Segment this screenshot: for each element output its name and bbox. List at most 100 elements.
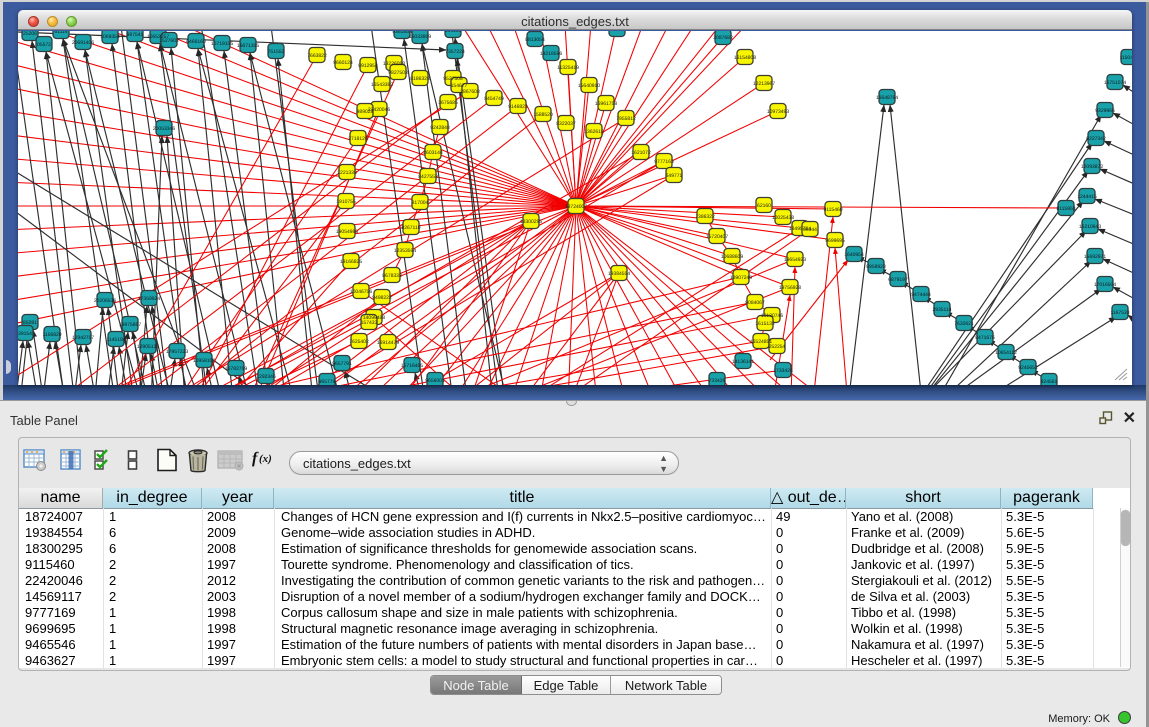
svg-text:10046756: 10046756 — [350, 289, 372, 295]
svg-text:7632621: 7632621 — [954, 321, 974, 327]
svg-text:19975867: 19975867 — [119, 322, 141, 328]
svg-text:1621072: 1621072 — [631, 150, 651, 156]
svg-text:1362615: 1362615 — [584, 129, 604, 135]
svg-text:15751074: 15751074 — [1104, 80, 1126, 86]
svg-text:9227342: 9227342 — [1086, 136, 1106, 142]
svg-text:7386322: 7386322 — [695, 214, 715, 220]
svg-text:10025438: 10025438 — [772, 215, 794, 221]
svg-text:6879197: 6879197 — [888, 277, 908, 283]
svg-text:924561: 924561 — [1041, 379, 1058, 385]
svg-text:8678332: 8678332 — [382, 273, 402, 279]
svg-text:39154: 39154 — [18, 331, 32, 337]
svg-text:1150493: 1150493 — [1119, 55, 1132, 61]
svg-text:8958923: 8958923 — [866, 264, 886, 270]
svg-text:10654112: 10654112 — [995, 350, 1017, 356]
svg-text:9777163: 9777163 — [654, 159, 674, 165]
svg-text:2087682: 2087682 — [713, 35, 733, 41]
svg-text:1527602: 1527602 — [159, 38, 179, 44]
svg-text:17359924: 17359924 — [138, 296, 160, 302]
svg-text:1640954: 1640954 — [844, 252, 864, 258]
svg-text:2935114: 2935114 — [932, 307, 951, 313]
svg-text:15716485: 15716485 — [401, 363, 423, 369]
svg-text:8115958: 8115958 — [1056, 206, 1075, 212]
svg-text:19166825: 19166825 — [340, 259, 362, 265]
svg-text:17016504: 17016504 — [1094, 282, 1116, 288]
svg-text:16782759: 16782759 — [225, 366, 247, 372]
svg-text:14136141: 14136141 — [732, 359, 754, 365]
svg-text:2867608: 2867608 — [460, 89, 480, 95]
svg-text:1244415: 1244415 — [1077, 194, 1097, 200]
svg-text:18300295: 18300295 — [520, 219, 542, 225]
svg-text:1292346: 1292346 — [256, 374, 276, 380]
svg-text:13226058: 13226058 — [383, 61, 405, 67]
svg-text:16543382: 16543382 — [371, 82, 393, 88]
svg-text:(x): (x) — [259, 453, 272, 465]
svg-text:15720407: 15720407 — [706, 234, 728, 240]
svg-text:17957223: 17957223 — [166, 349, 188, 355]
svg-text:8912954: 8912954 — [358, 63, 378, 69]
svg-text:20691406: 20691406 — [72, 40, 94, 46]
svg-text:1167533: 1167533 — [1110, 310, 1129, 316]
svg-text:1615132: 1615132 — [755, 321, 775, 327]
svg-text:19384554: 19384554 — [608, 271, 630, 277]
svg-text:751552: 751552 — [268, 49, 285, 55]
svg-text:649771: 649771 — [666, 173, 683, 179]
svg-text:8471676: 8471676 — [975, 335, 995, 341]
svg-text:12905135: 12905135 — [137, 344, 159, 350]
svg-text:20206536: 20206536 — [94, 298, 116, 304]
svg-text:18907249: 18907249 — [730, 275, 752, 281]
svg-text:12213967: 12213967 — [753, 81, 775, 87]
svg-text:96944: 96944 — [803, 227, 817, 233]
svg-text:9498222: 9498222 — [372, 295, 392, 301]
svg-text:12942757: 12942757 — [72, 335, 94, 341]
svg-text:2718126: 2718126 — [348, 136, 368, 142]
svg-text:16914479: 16914479 — [377, 340, 399, 346]
svg-text:12353594: 12353594 — [394, 248, 416, 254]
svg-text:9245652: 9245652 — [1018, 365, 1038, 371]
svg-text:157433: 157433 — [361, 320, 378, 326]
svg-text:7663822: 7663822 — [307, 53, 327, 59]
svg-text:1145194: 1145194 — [106, 337, 125, 343]
svg-text:61114: 61114 — [54, 31, 67, 35]
svg-text:154063: 154063 — [609, 31, 626, 33]
svg-text:1069354: 1069354 — [100, 34, 120, 40]
svg-text:12093872: 12093872 — [1081, 164, 1103, 170]
svg-text:3675685: 3675685 — [438, 100, 458, 106]
svg-text:1221338: 1221338 — [337, 170, 357, 176]
svg-text:16033809: 16033809 — [409, 34, 431, 40]
svg-text:f: f — [252, 450, 259, 467]
svg-text:9527508: 9527508 — [443, 76, 463, 82]
svg-text:7625402: 7625402 — [349, 339, 369, 345]
svg-text:16961758: 16961758 — [595, 101, 617, 107]
svg-text:10958107: 10958107 — [193, 358, 215, 364]
svg-text:6466160: 6466160 — [186, 39, 206, 45]
svg-text:8454749: 8454749 — [484, 96, 504, 102]
svg-text:18724007: 18724007 — [565, 204, 587, 210]
svg-text:1910755: 1910755 — [336, 199, 356, 205]
svg-text:15640910: 15640910 — [578, 83, 600, 89]
svg-text:10688609: 10688609 — [721, 254, 743, 260]
svg-text:15692971: 15692971 — [1084, 254, 1106, 260]
svg-text:9146821: 9146821 — [508, 104, 528, 110]
svg-text:9827503: 9827503 — [388, 70, 408, 76]
svg-text:19218596: 19218596 — [540, 51, 562, 57]
svg-text:62160: 62160 — [757, 203, 771, 209]
svg-text:965779: 965779 — [319, 379, 336, 385]
svg-text:9656001: 9656001 — [425, 378, 445, 384]
svg-text:9699695: 9699695 — [825, 238, 845, 244]
svg-text:9115460: 9115460 — [823, 207, 842, 213]
svg-text:10719155: 10719155 — [211, 41, 233, 47]
svg-text:16210643: 16210643 — [1079, 224, 1101, 230]
svg-text:1733426: 1733426 — [773, 368, 793, 374]
svg-text:85081: 85081 — [23, 320, 37, 326]
svg-text:9084067: 9084067 — [745, 300, 765, 306]
svg-text:9657791: 9657791 — [332, 361, 352, 367]
svg-text:987541: 987541 — [127, 32, 144, 38]
svg-text:8186328: 8186328 — [410, 76, 430, 82]
svg-text:8322037: 8322037 — [556, 121, 576, 127]
svg-text:7357224: 7357224 — [445, 49, 465, 55]
svg-text:19756928: 19756928 — [779, 285, 801, 291]
svg-text:16648784: 16648784 — [876, 95, 898, 101]
svg-text:9474444: 9474444 — [911, 292, 931, 298]
svg-text:25206: 25206 — [23, 31, 37, 37]
